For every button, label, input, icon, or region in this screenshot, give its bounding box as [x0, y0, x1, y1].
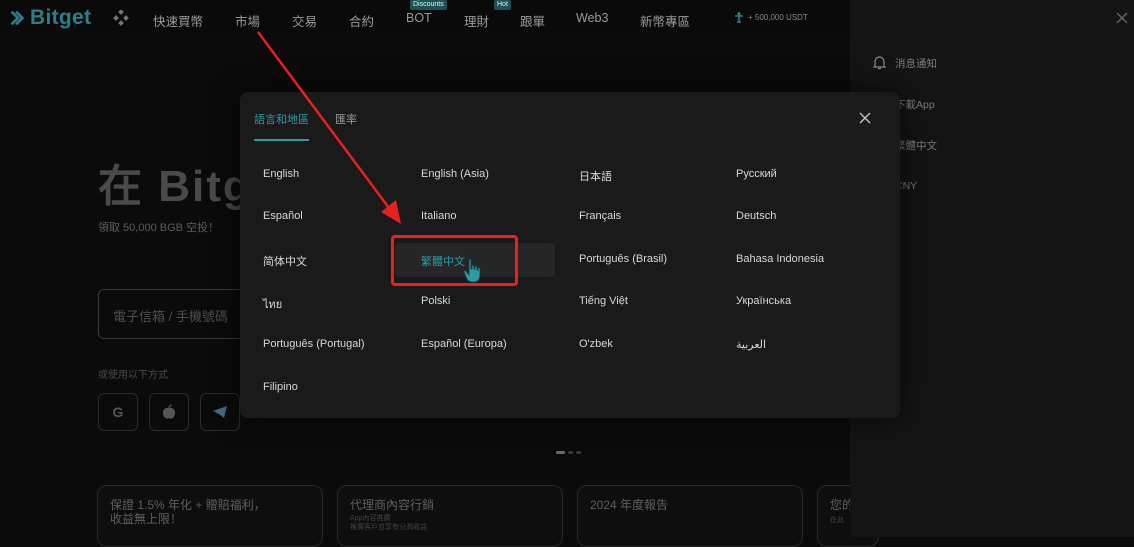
language-option[interactable]: ไทย	[263, 295, 282, 313]
promo-card-affiliate[interactable]: 代理商內容行銷 App內容推廣 推廣客戶並享有分潤收益	[337, 485, 563, 547]
close-icon[interactable]	[1116, 12, 1128, 24]
language-option[interactable]: O'zbek	[579, 338, 613, 350]
language-option[interactable]: Deutsch	[736, 210, 776, 222]
promo-text: + 500,000 USDT	[748, 12, 808, 22]
nav-quick-buy[interactable]: 快速買幣	[153, 11, 203, 30]
active-tab-indicator	[254, 139, 309, 141]
language-option[interactable]: Español (Europa)	[421, 338, 507, 350]
language-option[interactable]: Polski	[421, 295, 450, 307]
language-option[interactable]: Bahasa Indonesia	[736, 253, 824, 265]
language-option[interactable]: 日本語	[579, 168, 612, 184]
nav-copy-trading[interactable]: 跟單	[520, 11, 545, 30]
google-login-button[interactable]: G	[98, 393, 138, 431]
language-option[interactable]: Português (Brasil)	[579, 253, 667, 265]
language-option[interactable]: Українська	[736, 295, 791, 307]
apps-grid-icon[interactable]	[113, 10, 129, 26]
top-navigation-bar: Bitget 快速買幣 市場 交易 合約 Discounts BOT Hot 理…	[0, 0, 850, 38]
apple-icon	[163, 404, 175, 419]
tab-language-region[interactable]: 語言和地區	[254, 111, 309, 127]
language-option[interactable]: 简体中文	[263, 253, 307, 269]
gift-icon	[735, 12, 743, 23]
hero-subtitle: 領取 50,000 BGB 空投！	[98, 222, 220, 234]
language-option[interactable]: Русский	[736, 168, 777, 180]
nav-new-listings[interactable]: 新幣專區	[640, 11, 690, 30]
promo-reward[interactable]: + 500,000 USDT	[733, 11, 808, 23]
card-subtitle: App內容推廣	[350, 515, 391, 522]
alt-login-label: 或使用以下方式	[98, 370, 168, 381]
carousel-dots[interactable]	[556, 451, 581, 454]
card-title: 保證 1.5% 年化 + 贈賠福利，	[110, 498, 266, 512]
side-item-notifications[interactable]: 消息通知	[895, 56, 937, 71]
promo-card-savings[interactable]: 保證 1.5% 年化 + 贈賠福利， 收益無上限！	[97, 485, 323, 547]
telegram-icon	[213, 406, 227, 418]
bitget-logo[interactable]: Bitget	[8, 6, 91, 30]
language-option[interactable]: العربية	[736, 338, 766, 351]
tab-exchange-rate[interactable]: 匯率	[335, 111, 357, 127]
nav-earn[interactable]: 理財	[464, 11, 489, 30]
nav-web3[interactable]: Web3	[576, 11, 608, 25]
nav-bot[interactable]: BOT	[406, 11, 432, 25]
email-phone-placeholder: 電子信箱 / 手機號碼	[113, 309, 228, 324]
nav-markets[interactable]: 市場	[235, 11, 260, 30]
language-option[interactable]: English	[263, 168, 299, 180]
logo-text: Bitget	[30, 6, 92, 29]
language-option[interactable]: Français	[579, 210, 621, 222]
card-title-line2: 收益無上限！	[110, 512, 183, 526]
language-option[interactable]: Español	[263, 210, 303, 222]
card-title: 代理商內容行銷	[350, 498, 435, 512]
language-option[interactable]: Filipino	[263, 381, 298, 393]
language-region-modal: 語言和地區 匯率 English English (Asia) 日本語 Русс…	[240, 92, 900, 418]
google-icon: G	[112, 404, 124, 420]
language-option[interactable]: English (Asia)	[421, 168, 489, 180]
apple-login-button[interactable]	[149, 393, 189, 431]
hand-cursor-icon	[463, 258, 481, 283]
modal-close-icon[interactable]	[858, 111, 872, 125]
side-item-language[interactable]: 繁體中文	[895, 138, 937, 153]
language-option[interactable]: Tiếng Việt	[579, 295, 628, 307]
promo-card-annual-report[interactable]: 2024 年度報告	[577, 485, 803, 547]
bell-icon	[873, 56, 886, 70]
nav-futures[interactable]: 合約	[349, 11, 374, 30]
card-subtitle: 在此	[830, 517, 844, 524]
card-title: 2024 年度報告	[590, 498, 669, 512]
telegram-login-button[interactable]	[200, 393, 240, 431]
card-subtitle-2: 推廣客戶並享有分潤收益	[350, 524, 427, 531]
discounts-badge: Discounts	[410, 0, 447, 10]
nav-trade[interactable]: 交易	[292, 11, 317, 30]
side-item-download-app[interactable]: 下載App	[895, 97, 935, 112]
language-option[interactable]: Português (Portugal)	[263, 338, 365, 350]
hero-title: 在 Bitg	[98, 162, 252, 211]
hot-badge: Hot	[494, 0, 511, 10]
language-option[interactable]: Italiano	[421, 210, 456, 222]
highlight-box	[391, 235, 518, 286]
bitget-logo-icon	[10, 10, 25, 26]
